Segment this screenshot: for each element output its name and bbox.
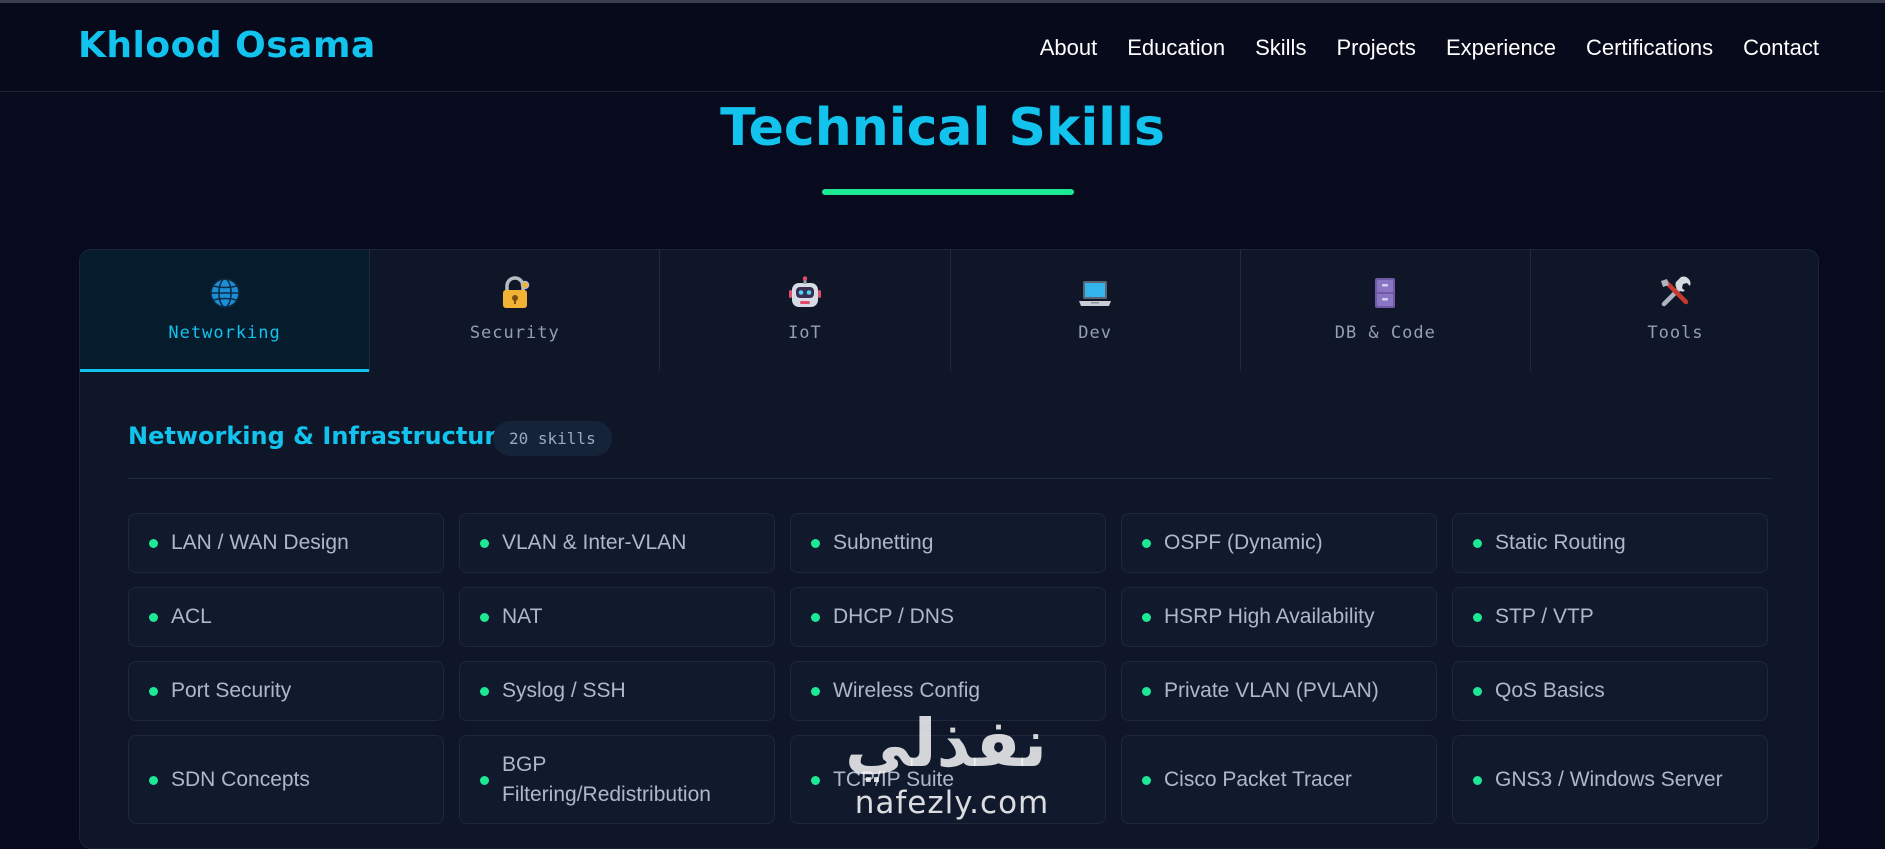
skill-label: Private VLAN (PVLAN): [1164, 679, 1379, 702]
robot-icon: [660, 276, 949, 312]
tab-networking[interactable]: Networking: [80, 250, 371, 372]
bullet-icon: [149, 613, 158, 622]
section-title: Technical Skills: [720, 98, 1165, 158]
tab-tools[interactable]: Tools: [1530, 250, 1818, 371]
skill-chip: VLAN & Inter-VLAN: [459, 513, 775, 573]
tab-label: Tools: [1647, 323, 1704, 343]
bullet-icon: [1473, 775, 1482, 785]
file-cabinet-icon: [1241, 276, 1530, 312]
skill-chip: SDN Concepts: [128, 735, 444, 824]
tools-icon: [1531, 276, 1818, 312]
skill-label: LAN / WAN Design: [171, 531, 349, 554]
skill-chip: BGP Filtering/Redistribution: [459, 735, 775, 824]
tab-label: Networking: [168, 323, 281, 343]
skill-label: HSRP High Availability: [1164, 605, 1375, 628]
laptop-icon: [951, 276, 1240, 312]
tab-label: Dev: [1078, 323, 1112, 343]
skills-grid: LAN / WAN Design VLAN & Inter-VLAN Subne…: [128, 513, 1774, 824]
skill-chip: ACL: [128, 587, 444, 647]
bullet-icon: [480, 613, 489, 622]
main-nav: About Education Skills Projects Experien…: [1010, 35, 1819, 61]
skill-count-badge: 20 skills: [493, 421, 612, 456]
site-logo[interactable]: Khlood Osama: [78, 25, 376, 66]
bullet-icon: [811, 687, 820, 696]
tab-security[interactable]: Security: [370, 250, 661, 371]
nav-education[interactable]: Education: [1127, 35, 1225, 61]
tab-dev[interactable]: Dev: [950, 250, 1241, 371]
nav-experience[interactable]: Experience: [1446, 35, 1556, 61]
skill-chip: NAT: [459, 587, 775, 647]
skill-chip: Subnetting: [790, 513, 1106, 573]
bullet-icon: [149, 775, 158, 785]
bullet-icon: [480, 775, 489, 785]
bullet-icon: [811, 613, 820, 622]
bullet-icon: [480, 687, 489, 696]
skill-chip: GNS3 / Windows Server: [1452, 735, 1768, 824]
skill-label: ACL: [171, 605, 212, 628]
skill-label: BGP Filtering/Redistribution: [502, 752, 711, 806]
skill-label: Port Security: [171, 679, 292, 702]
title-underline: [822, 189, 1074, 195]
skill-label: TCP/IP Suite: [833, 767, 954, 791]
category-title: Networking & Infrastructure: [128, 422, 513, 450]
skill-chip: OSPF (Dynamic): [1121, 513, 1437, 573]
bullet-icon: [1473, 687, 1482, 696]
skills-panel: Networking Security IoT Dev DB & Code To…: [79, 249, 1819, 849]
skill-label: Subnetting: [833, 531, 934, 554]
tab-label: DB & Code: [1334, 323, 1436, 343]
tab-db-code[interactable]: DB & Code: [1240, 250, 1531, 371]
skill-label: GNS3 / Windows Server: [1495, 767, 1723, 791]
skill-label: SDN Concepts: [171, 767, 310, 791]
globe-icon: [80, 276, 369, 312]
skill-label: QoS Basics: [1495, 679, 1605, 702]
bullet-icon: [1142, 539, 1151, 548]
skill-chip: DHCP / DNS: [790, 587, 1106, 647]
bullet-icon: [149, 687, 158, 696]
skill-label: OSPF (Dynamic): [1164, 531, 1323, 554]
skill-label: NAT: [502, 605, 543, 628]
skill-chip: Port Security: [128, 661, 444, 721]
nav-projects[interactable]: Projects: [1336, 35, 1415, 61]
bullet-icon: [480, 539, 489, 548]
tab-label: IoT: [788, 323, 822, 343]
skill-chip: Cisco Packet Tracer: [1121, 735, 1437, 824]
skill-chip: HSRP High Availability: [1121, 587, 1437, 647]
skill-chip: Private VLAN (PVLAN): [1121, 661, 1437, 721]
bullet-icon: [1473, 613, 1482, 622]
skill-label: STP / VTP: [1495, 605, 1594, 628]
skill-chip: Syslog / SSH: [459, 661, 775, 721]
tab-iot[interactable]: IoT: [660, 250, 951, 371]
lock-icon: [370, 276, 659, 312]
skill-label: Wireless Config: [833, 679, 981, 702]
bullet-icon: [811, 539, 820, 548]
bullet-icon: [1142, 613, 1151, 622]
skill-label: Syslog / SSH: [502, 679, 626, 702]
skill-chip: LAN / WAN Design: [128, 513, 444, 573]
tab-label: Security: [469, 323, 560, 343]
skill-chip: QoS Basics: [1452, 661, 1768, 721]
skill-label: Cisco Packet Tracer: [1164, 767, 1352, 791]
nav-certifications[interactable]: Certifications: [1586, 35, 1713, 61]
nav-contact[interactable]: Contact: [1743, 35, 1819, 61]
skill-chip: Static Routing: [1452, 513, 1768, 573]
skills-tabs: Networking Security IoT Dev DB & Code To…: [80, 250, 1818, 372]
skill-label: DHCP / DNS: [833, 605, 954, 628]
nav-about[interactable]: About: [1040, 35, 1098, 61]
bullet-icon: [1142, 687, 1151, 696]
skill-chip: Wireless Config: [790, 661, 1106, 721]
nav-skills[interactable]: Skills: [1255, 35, 1306, 61]
site-header: Khlood Osama About Education Skills Proj…: [0, 3, 1885, 92]
bullet-icon: [1142, 775, 1151, 785]
skill-label: Static Routing: [1495, 531, 1626, 554]
skill-chip: STP / VTP: [1452, 587, 1768, 647]
skill-chip: TCP/IP Suite: [790, 735, 1106, 824]
category-divider: [128, 478, 1772, 479]
bullet-icon: [1473, 539, 1482, 548]
skill-label: VLAN & Inter-VLAN: [502, 531, 687, 554]
bullet-icon: [811, 775, 820, 785]
bullet-icon: [149, 539, 158, 548]
